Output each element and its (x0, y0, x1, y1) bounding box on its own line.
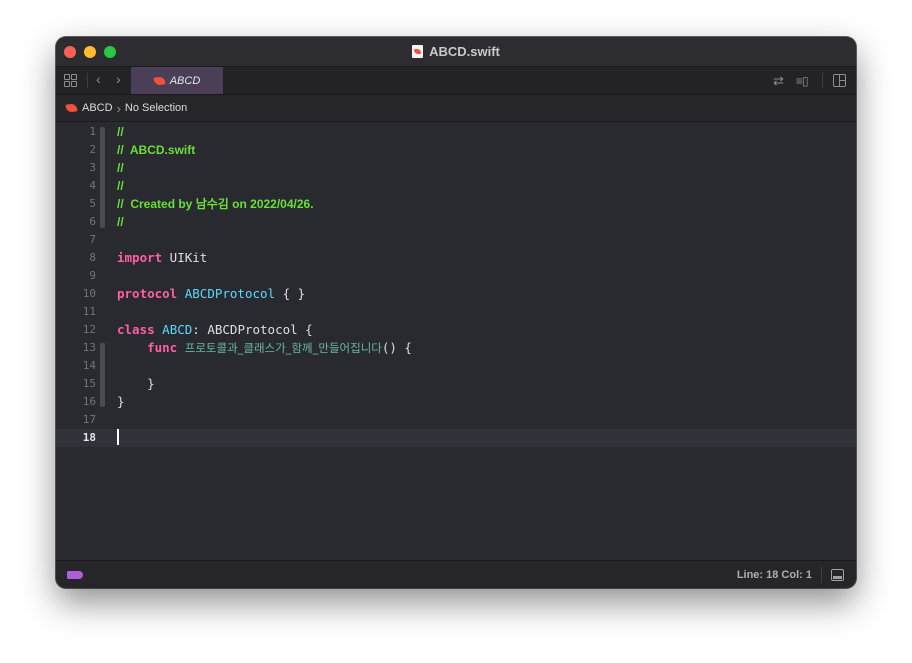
line-number: 16 (82, 395, 96, 408)
type-reference: ABCDProtocol (207, 322, 298, 337)
line-number: 6 (89, 215, 96, 228)
comment: // Created by 남수김 on 2022/04/26. (117, 197, 314, 211)
punctuation: () { (381, 340, 412, 355)
chevron-left-icon[interactable]: ‹ (96, 72, 101, 87)
window-title: ABCD.swift (56, 44, 856, 59)
code-line: 14 (56, 357, 856, 375)
punctuation: { } (275, 286, 306, 301)
window-title-text: ABCD.swift (429, 44, 500, 59)
add-editor-icon[interactable] (833, 67, 846, 94)
code-text: import UIKit (117, 249, 207, 267)
code-text: func 프로토콜과_클래스가_함께_만들어집니다() { (117, 339, 412, 357)
code-line: 10 protocol ABCDProtocol { } (56, 285, 856, 303)
text-cursor (117, 429, 119, 445)
title-bar: ABCD.swift (56, 37, 856, 67)
code-line: 17 (56, 411, 856, 429)
cursor-position: Line: 18 Col: 1 (736, 569, 812, 581)
code-line: 6 // (56, 213, 856, 231)
code-text: } (117, 376, 155, 391)
tab-bar: ‹ › ABCD ⇄ ≡▯ (56, 67, 856, 95)
breadcrumb-group[interactable]: ABCD (82, 102, 113, 114)
line-number: 8 (89, 251, 96, 264)
code-line: 7 (56, 231, 856, 249)
status-divider (821, 567, 822, 583)
code-line: 5 // Created by 남수김 on 2022/04/26. (56, 195, 856, 213)
keyword: protocol (117, 286, 178, 301)
line-number: 2 (89, 143, 96, 156)
code-text: class ABCD: ABCDProtocol { (117, 321, 313, 339)
type-declaration: ABCDProtocol (184, 286, 276, 301)
lines-icon[interactable]: ≡▯ (796, 67, 809, 94)
code-line: 13 func 프로토콜과_클래스가_함께_만들어집니다() { (56, 339, 856, 357)
swift-file-icon (412, 45, 424, 58)
line-number: 1 (89, 125, 96, 138)
editor-window: ABCD.swift ‹ › ABCD ⇄ ≡▯ ABCD › No Selec… (56, 37, 856, 588)
code-line: 12 class ABCD: ABCDProtocol { (56, 321, 856, 339)
line-number: 17 (82, 413, 96, 426)
tab-label: ABCD (169, 74, 201, 87)
code-line: 16 } (56, 393, 856, 411)
line-number: 15 (82, 377, 96, 390)
keyword: class (117, 322, 155, 337)
line-number: 14 (82, 359, 96, 372)
line-number: 18 (82, 431, 96, 444)
comment: // (117, 125, 124, 139)
breadcrumb-selection[interactable]: No Selection (125, 102, 187, 114)
comment: // ABCD.swift (117, 143, 196, 157)
swap-icon[interactable]: ⇄ (773, 67, 784, 94)
code-text: } (117, 394, 125, 409)
line-number: 13 (82, 341, 96, 354)
code-text (117, 429, 119, 447)
grid-icon[interactable] (64, 74, 77, 87)
code-line: 1 // (56, 123, 856, 141)
jump-bar: ABCD › No Selection (56, 95, 856, 122)
tag-icon[interactable] (67, 571, 83, 579)
code-text: protocol ABCDProtocol { } (117, 285, 305, 303)
line-number: 4 (89, 179, 96, 192)
type-declaration: ABCD (162, 322, 193, 337)
line-number: 9 (89, 269, 96, 282)
code-line: 4 // (56, 177, 856, 195)
swift-icon (153, 75, 166, 86)
debug-area-toggle-icon[interactable] (831, 569, 844, 581)
tab-divider-right (822, 73, 823, 88)
punctuation: : (192, 322, 208, 337)
line-number: 3 (89, 161, 96, 174)
code-line: 2 // ABCD.swift (56, 141, 856, 159)
code-line: 11 (56, 303, 856, 321)
chevron-right-icon: › (116, 100, 121, 116)
line-number: 11 (82, 305, 96, 318)
identifier: UIKit (162, 250, 208, 265)
keyword: import (117, 250, 163, 265)
function-name: 프로토콜과_클래스가_함께_만들어집니다 (184, 341, 382, 355)
comment: // (117, 179, 124, 193)
current-line[interactable]: 18 (56, 429, 856, 447)
comment: // (117, 215, 124, 229)
line-number: 5 (89, 197, 96, 210)
punctuation: { (297, 322, 313, 337)
status-bar: Line: 18 Col: 1 (56, 560, 856, 588)
comment: // (117, 161, 124, 175)
code-line: 9 (56, 267, 856, 285)
tab-divider (87, 73, 88, 88)
swift-icon (65, 103, 78, 113)
chevron-right-icon[interactable]: › (116, 72, 121, 87)
code-line: 15 } (56, 375, 856, 393)
line-number: 12 (82, 323, 96, 336)
line-number: 7 (89, 233, 96, 246)
code-line: 3 // (56, 159, 856, 177)
tab-abcd[interactable]: ABCD (131, 67, 223, 94)
keyword: func (147, 340, 178, 355)
code-line: 8 import UIKit (56, 249, 856, 267)
code-editor[interactable]: 1 // 2 // ABCD.swift 3 // 4 // 5 // Crea… (56, 123, 856, 560)
line-number: 10 (82, 287, 96, 300)
